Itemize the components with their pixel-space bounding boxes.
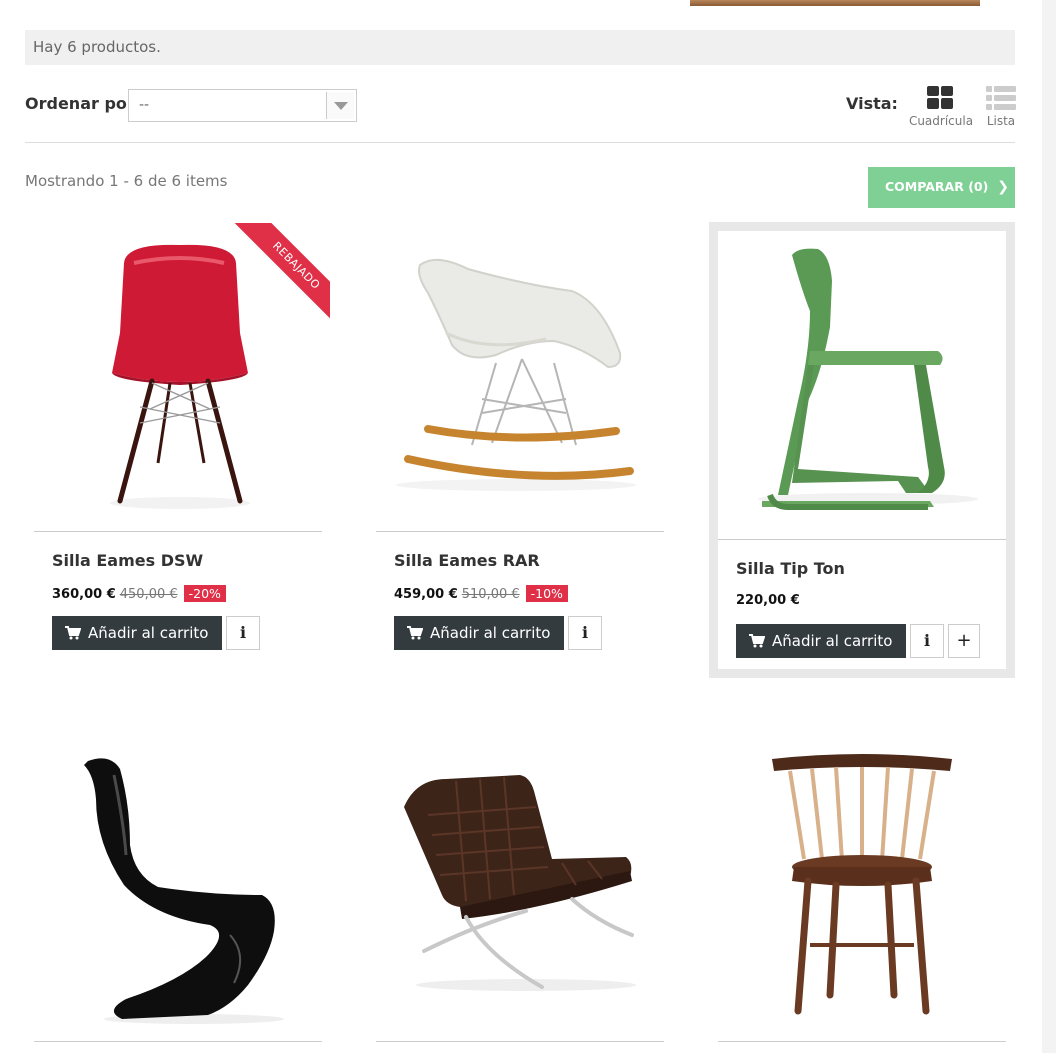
compare-button-label: COMPARAR (0)	[885, 179, 989, 194]
view-label: Vista:	[846, 94, 898, 113]
card-divider	[34, 1041, 322, 1042]
add-to-compare-button[interactable]: +	[948, 624, 980, 658]
card-divider	[376, 1041, 664, 1042]
product-image[interactable]	[34, 735, 322, 1041]
card-divider	[718, 1041, 1006, 1042]
product-count-text: Hay 6 productos.	[33, 38, 161, 56]
product-image[interactable]	[718, 735, 1006, 1041]
chevron-down-icon[interactable]	[326, 92, 354, 119]
sort-select[interactable]: --	[128, 89, 357, 122]
list-icon	[986, 86, 1016, 110]
info-icon[interactable]: i	[910, 624, 944, 658]
cart-icon	[407, 626, 423, 640]
product-count-bar: Hay 6 productos.	[25, 30, 1015, 65]
add-to-cart-label: Añadir al carrito	[430, 624, 551, 642]
product-name[interactable]: Silla Eames DSW	[52, 551, 203, 570]
cart-icon	[65, 626, 81, 640]
info-icon[interactable]: i	[226, 616, 260, 650]
toolbar-divider	[25, 142, 1015, 143]
product-old-price: 450,00 €	[119, 587, 178, 602]
product-prices: 360,00 €450,00 € -20%	[52, 585, 226, 602]
product-card-highlighted[interactable]: Silla Tip Ton 220,00 € Añadir al carrito…	[709, 222, 1015, 678]
product-image[interactable]	[376, 223, 664, 523]
card-divider	[376, 531, 664, 532]
add-to-cart-button[interactable]: Añadir al carrito	[52, 616, 222, 650]
grid-view-button[interactable]: Cuadrícula	[906, 84, 976, 130]
card-divider	[34, 531, 322, 532]
add-to-cart-button[interactable]: Añadir al carrito	[736, 624, 906, 658]
grid-view-label: Cuadrícula	[908, 114, 974, 128]
list-view-button[interactable]: Lista	[980, 84, 1022, 130]
product-prices: 220,00 €	[736, 593, 800, 608]
sort-select-value: --	[139, 97, 150, 113]
product-price: 459,00 €	[394, 587, 458, 602]
product-prices: 459,00 €510,00 € -10%	[394, 585, 568, 602]
add-to-cart-label: Añadir al carrito	[88, 624, 209, 642]
chevron-right-icon: ❯	[997, 179, 1009, 195]
info-icon[interactable]: i	[568, 616, 602, 650]
scrollbar-track[interactable]	[1042, 0, 1056, 1053]
product-image[interactable]	[718, 231, 1006, 531]
discount-badge: -10%	[525, 585, 568, 602]
list-view-label: Lista	[986, 114, 1016, 128]
sale-ribbon: REBAJADO	[234, 223, 330, 319]
add-to-cart-button[interactable]: Añadir al carrito	[394, 616, 564, 650]
compare-button[interactable]: COMPARAR (0) ❯	[868, 167, 1015, 208]
product-name[interactable]: Silla Tip Ton	[736, 559, 845, 578]
product-name[interactable]: Silla Eames RAR	[394, 551, 540, 570]
product-old-price: 510,00 €	[461, 587, 520, 602]
grid-icon	[927, 86, 955, 110]
sort-label: Ordenar por	[25, 94, 135, 113]
showing-range-text: Mostrando 1 - 6 de 6 items	[25, 172, 228, 190]
discount-badge: -20%	[183, 585, 226, 602]
sale-ribbon-label: REBAJADO	[234, 223, 330, 319]
banner-image-edge	[690, 0, 980, 6]
card-divider	[718, 539, 1006, 540]
product-image[interactable]	[376, 735, 664, 1041]
product-price: 360,00 €	[52, 587, 116, 602]
product-price: 220,00 €	[736, 593, 800, 608]
cart-icon	[749, 634, 765, 648]
add-to-cart-label: Añadir al carrito	[772, 632, 893, 650]
